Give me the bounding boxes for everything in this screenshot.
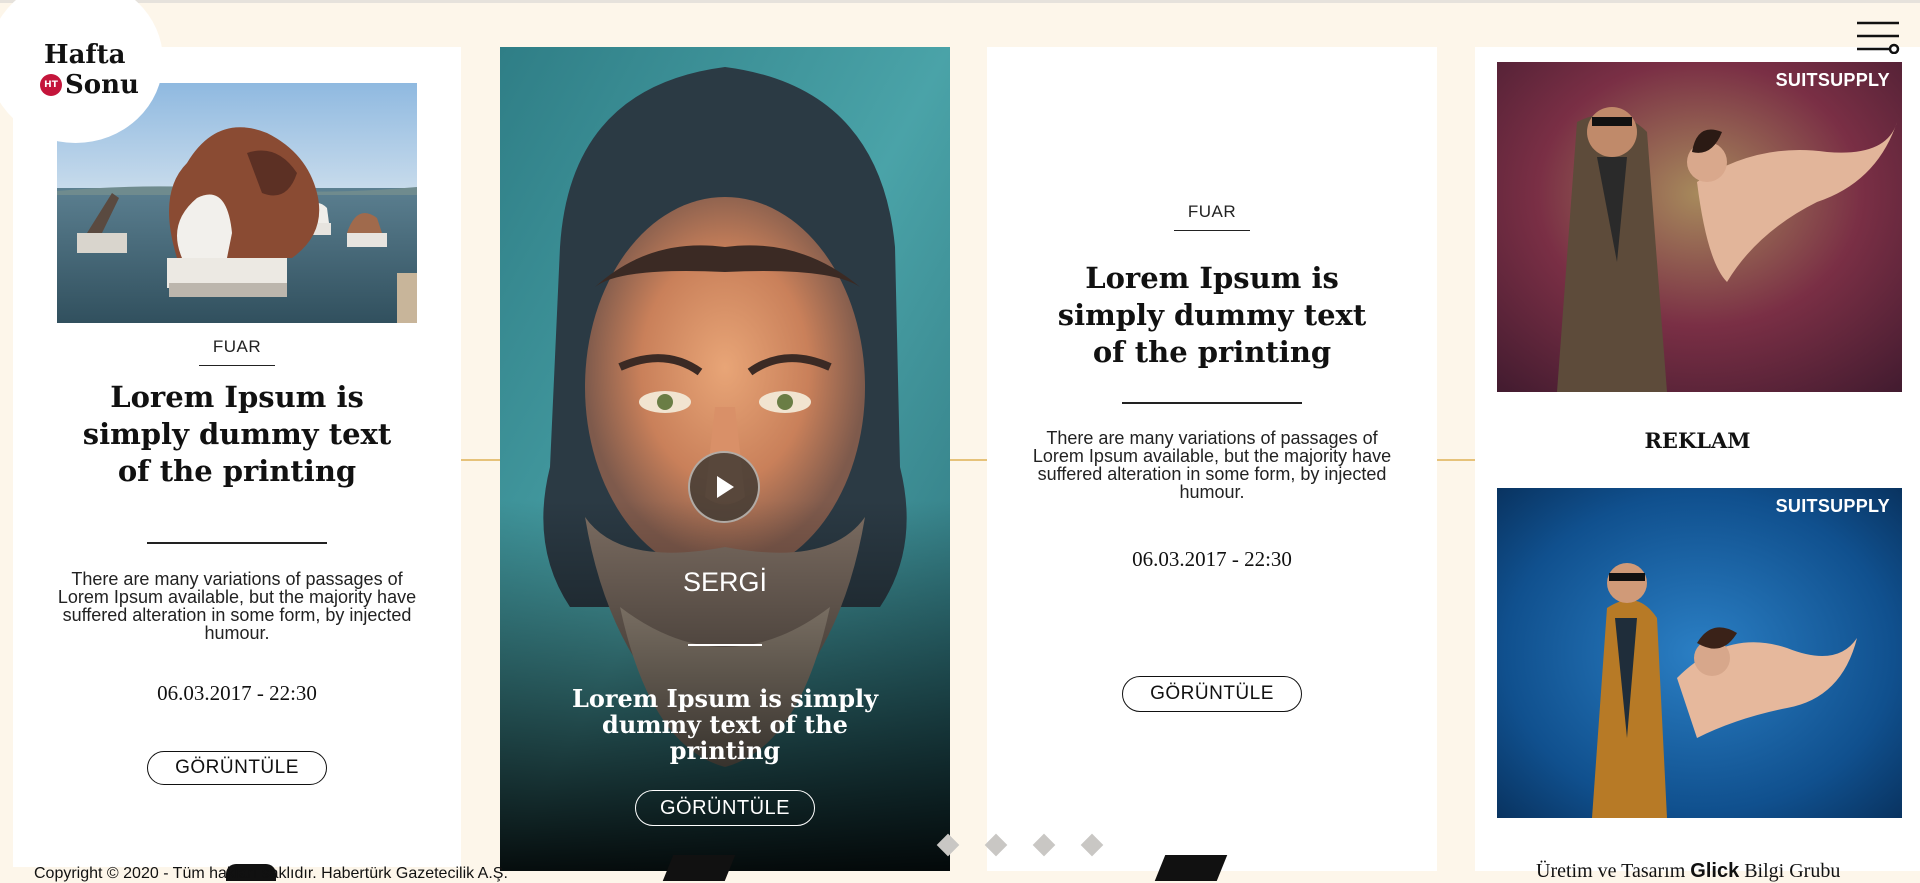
card-description: There are many variations of passages of… xyxy=(57,569,417,643)
footer-credit-suffix: Bilgi Grubu xyxy=(1744,860,1841,882)
ad-brand-bottom: SUITSUPPLY xyxy=(1775,496,1890,516)
footer-credit-brand[interactable]: Glick xyxy=(1690,860,1739,882)
menu-button[interactable] xyxy=(1855,20,1901,55)
card-date: 06.03.2017 - 22:30 xyxy=(1132,547,1292,571)
article-card-3[interactable]: FUAR Lorem Ipsum is simply dummy text of… xyxy=(987,47,1437,871)
ad-image-bottom xyxy=(1497,488,1902,818)
divider xyxy=(147,542,327,544)
card-description: There are many variations of passages of… xyxy=(1032,428,1392,502)
footer-decoration xyxy=(662,855,736,881)
footer-copyright: Copyright © 2020 - Tüm hakları saklıdır.… xyxy=(34,865,508,882)
site-logo[interactable]: Hafta HT Sonu xyxy=(40,40,139,100)
ad-brand-top: SUITSUPPLY xyxy=(1775,70,1890,90)
card-category: FUAR xyxy=(13,337,461,366)
divider xyxy=(688,644,762,646)
article-card-1[interactable]: FUAR Lorem Ipsum is simply dummy text of… xyxy=(13,47,461,867)
ad-image-top xyxy=(1497,62,1902,392)
featured-title[interactable]: Lorem Ipsum is simply dummy text of the … xyxy=(560,686,890,764)
ad-banner-bottom[interactable]: SUITSUPPLY xyxy=(1497,488,1902,818)
ad-banner-top[interactable]: SUITSUPPLY xyxy=(1497,62,1902,392)
logo-word-1: Hafta xyxy=(44,40,126,70)
featured-category: SERGİ xyxy=(682,567,768,597)
view-button[interactable]: GÖRÜNTÜLE xyxy=(1122,676,1302,712)
footer-decoration xyxy=(1154,855,1228,881)
top-border xyxy=(0,0,1920,3)
card-title[interactable]: Lorem Ipsum is simply dummy text of the … xyxy=(63,379,411,490)
divider xyxy=(1122,402,1302,404)
ad-label: REKLAM xyxy=(1644,428,1751,453)
menu-slider-icon xyxy=(1857,21,1900,55)
play-icon xyxy=(717,476,734,498)
card-category: FUAR xyxy=(987,202,1437,231)
view-button[interactable]: GÖRÜNTÜLE xyxy=(147,751,327,785)
card-date: 06.03.2017 - 22:30 xyxy=(157,681,317,705)
footer-credit-prefix: Üretim ve Tasarım xyxy=(1536,860,1686,882)
card-title[interactable]: Lorem Ipsum is simply dummy text of the … xyxy=(1037,260,1387,371)
logo-badge-icon: HT xyxy=(40,74,62,96)
logo-word-2: Sonu xyxy=(65,70,139,100)
footer-credit: Üretim ve Tasarım Glick Bilgi Grubu xyxy=(1536,860,1840,883)
featured-view-button[interactable]: GÖRÜNTÜLE xyxy=(635,790,815,826)
play-button[interactable] xyxy=(688,451,760,523)
